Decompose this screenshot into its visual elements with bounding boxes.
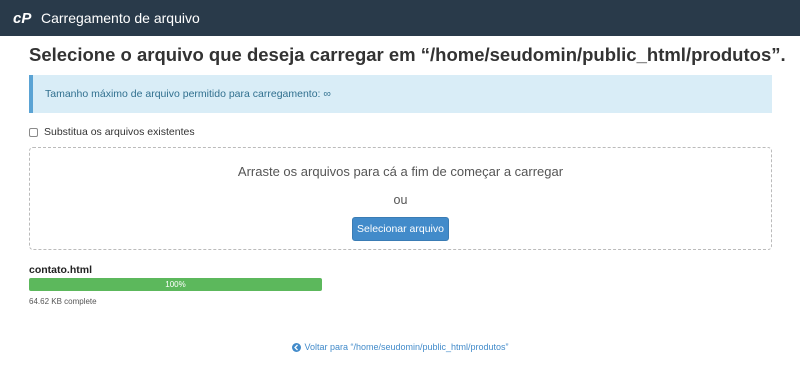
top-bar: cP Carregamento de arquivo (0, 0, 800, 36)
back-to-directory-link[interactable]: Voltar para “/home/seudomin/public_html/… (29, 342, 772, 352)
max-size-alert: Tamanho máximo de arquivo permitido para… (29, 75, 772, 113)
app-title: Carregamento de arquivo (41, 10, 200, 26)
alert-text: Tamanho máximo de arquivo permitido para… (45, 88, 331, 100)
file-dropzone[interactable]: Arraste os arquivos para cá a fim de com… (29, 147, 772, 250)
overwrite-label: Substitua os arquivos existentes (44, 126, 195, 138)
dropzone-instruction: Arraste os arquivos para cá a fim de com… (237, 164, 564, 179)
page-title: Selecione o arquivo que deseja carregar … (29, 44, 786, 65)
dropzone-or-text: ou (393, 193, 408, 207)
overwrite-checkbox[interactable] (29, 127, 38, 137)
progress-label: 100% (165, 280, 186, 289)
select-file-button[interactable]: Selecionar arquivo (352, 217, 449, 241)
cpanel-logo-icon: cP (12, 10, 34, 26)
uploaded-file-name: contato.html (29, 264, 92, 276)
upload-progress-fill: 100% (29, 278, 322, 291)
upload-status-text: 64.62 KB complete (29, 297, 97, 306)
arrow-circle-left-icon (292, 342, 302, 352)
back-link-text: Voltar para “/home/seudomin/public_html/… (304, 342, 509, 352)
svg-text:cP: cP (13, 10, 32, 26)
upload-progress-bar: 100% (29, 278, 322, 291)
overwrite-option[interactable]: Substitua os arquivos existentes (29, 126, 195, 138)
